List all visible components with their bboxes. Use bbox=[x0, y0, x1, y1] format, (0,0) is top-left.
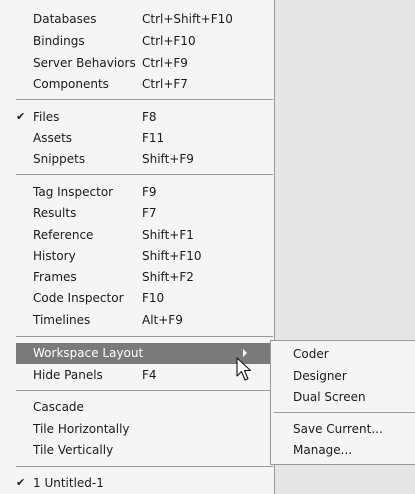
menu-item-label: History bbox=[33, 249, 76, 263]
menu-item-shortcut: F11 bbox=[142, 131, 165, 145]
menu-item-shortcut: F8 bbox=[142, 110, 157, 124]
checkmark-icon: ✔ bbox=[16, 110, 26, 123]
menu-item-timelines[interactable]: Timelines Alt+F9 bbox=[0, 310, 274, 331]
menu-item-history[interactable]: History Shift+F10 bbox=[0, 246, 274, 267]
mouse-pointer-icon bbox=[236, 357, 252, 381]
submenu-item-label: Designer bbox=[293, 369, 347, 383]
menu-item-components[interactable]: Components Ctrl+F7 bbox=[0, 74, 274, 95]
menu-item-label: 1 Untitled-1 bbox=[33, 476, 104, 490]
menu-item-tile-vertically[interactable]: Tile Vertically bbox=[0, 440, 274, 461]
menu-item-frames[interactable]: Frames Shift+F2 bbox=[0, 267, 274, 288]
menu-separator bbox=[16, 174, 273, 175]
menu-item-label: Bindings bbox=[33, 34, 85, 48]
menu-item-assets[interactable]: Assets F11 bbox=[0, 128, 274, 149]
menu-item-workspace-layout[interactable]: Workspace Layout bbox=[16, 343, 272, 364]
menu-item-label: Assets bbox=[33, 131, 73, 145]
menu-item-label: Tile Vertically bbox=[33, 443, 114, 457]
menu-item-label: Server Behaviors bbox=[33, 56, 136, 70]
menu-item-hide-panels[interactable]: Hide Panels F4 bbox=[0, 365, 274, 386]
menu-item-results[interactable]: Results F7 bbox=[0, 203, 274, 224]
menu-item-shortcut: F7 bbox=[142, 206, 157, 220]
menu-item-shortcut: Alt+F9 bbox=[142, 313, 183, 327]
menu-item-shortcut: F10 bbox=[142, 291, 165, 305]
submenu-item-label: Dual Screen bbox=[293, 390, 366, 404]
menu-item-label: Hide Panels bbox=[33, 368, 103, 382]
menu-item-tag-inspector[interactable]: Tag Inspector F9 bbox=[0, 182, 274, 203]
menu-item-code-inspector[interactable]: Code Inspector F10 bbox=[0, 288, 274, 309]
submenu-item-designer[interactable]: Designer bbox=[271, 366, 415, 387]
menu-item-label: Tag Inspector bbox=[33, 185, 114, 199]
submenu-item-label: Manage... bbox=[293, 443, 353, 457]
workspace-layout-submenu: Coder Designer Dual Screen Save Current.… bbox=[270, 340, 415, 465]
menu-item-label: Timelines bbox=[33, 313, 91, 327]
menu-separator bbox=[16, 466, 273, 467]
menu-item-shortcut: Ctrl+F9 bbox=[142, 56, 188, 70]
submenu-arrow-icon bbox=[243, 349, 247, 357]
menu-separator bbox=[16, 390, 273, 391]
menu-item-label: Cascade bbox=[33, 400, 84, 414]
menu-item-shortcut: Shift+F9 bbox=[142, 152, 194, 166]
checkmark-icon: ✔ bbox=[16, 476, 26, 489]
menu-item-cascade[interactable]: Cascade bbox=[0, 397, 274, 418]
menu-item-untitled-1[interactable]: ✔ 1 Untitled-1 bbox=[0, 473, 274, 494]
menu-item-tile-horizontally[interactable]: Tile Horizontally bbox=[0, 419, 274, 440]
menu-separator bbox=[16, 99, 273, 100]
menu-item-shortcut: Shift+F10 bbox=[142, 249, 202, 263]
menu-item-reference[interactable]: Reference Shift+F1 bbox=[0, 225, 274, 246]
submenu-item-dual-screen[interactable]: Dual Screen bbox=[271, 387, 415, 408]
menu-item-label: Code Inspector bbox=[33, 291, 124, 305]
menu-item-shortcut: F4 bbox=[142, 368, 157, 382]
menu-item-shortcut: Ctrl+F10 bbox=[142, 34, 196, 48]
menu-item-label: Databases bbox=[33, 12, 97, 26]
menu-item-shortcut: Shift+F1 bbox=[142, 228, 194, 242]
window-menu: Databases Ctrl+Shift+F10 Bindings Ctrl+F… bbox=[0, 0, 275, 494]
menu-item-label: Components bbox=[33, 77, 109, 91]
menu-item-label: Workspace Layout bbox=[33, 346, 144, 360]
submenu-item-manage[interactable]: Manage... bbox=[271, 440, 415, 461]
menu-item-label: Results bbox=[33, 206, 77, 220]
menu-item-label: Frames bbox=[33, 270, 77, 284]
submenu-item-label: Save Current... bbox=[293, 422, 383, 436]
menu-item-files[interactable]: ✔ Files F8 bbox=[0, 107, 274, 128]
menu-item-shortcut: Shift+F2 bbox=[142, 270, 194, 284]
menu-item-server-behaviors[interactable]: Server Behaviors Ctrl+F9 bbox=[0, 53, 274, 74]
menu-item-label: Snippets bbox=[33, 152, 86, 166]
menu-item-label: Tile Horizontally bbox=[33, 422, 130, 436]
submenu-item-label: Coder bbox=[293, 347, 329, 361]
submenu-item-coder[interactable]: Coder bbox=[271, 344, 415, 365]
submenu-separator bbox=[274, 412, 415, 413]
menu-item-snippets[interactable]: Snippets Shift+F9 bbox=[0, 149, 274, 170]
menu-item-bindings[interactable]: Bindings Ctrl+F10 bbox=[0, 31, 274, 52]
menu-item-databases[interactable]: Databases Ctrl+Shift+F10 bbox=[0, 9, 274, 30]
menu-item-shortcut: F9 bbox=[142, 185, 157, 199]
menu-item-shortcut: Ctrl+F7 bbox=[142, 77, 188, 91]
menu-separator bbox=[16, 336, 273, 337]
submenu-item-save-current[interactable]: Save Current... bbox=[271, 419, 415, 440]
menu-item-shortcut: Ctrl+Shift+F10 bbox=[142, 12, 233, 26]
menu-item-label: Files bbox=[33, 110, 60, 124]
menu-item-label: Reference bbox=[33, 228, 94, 242]
